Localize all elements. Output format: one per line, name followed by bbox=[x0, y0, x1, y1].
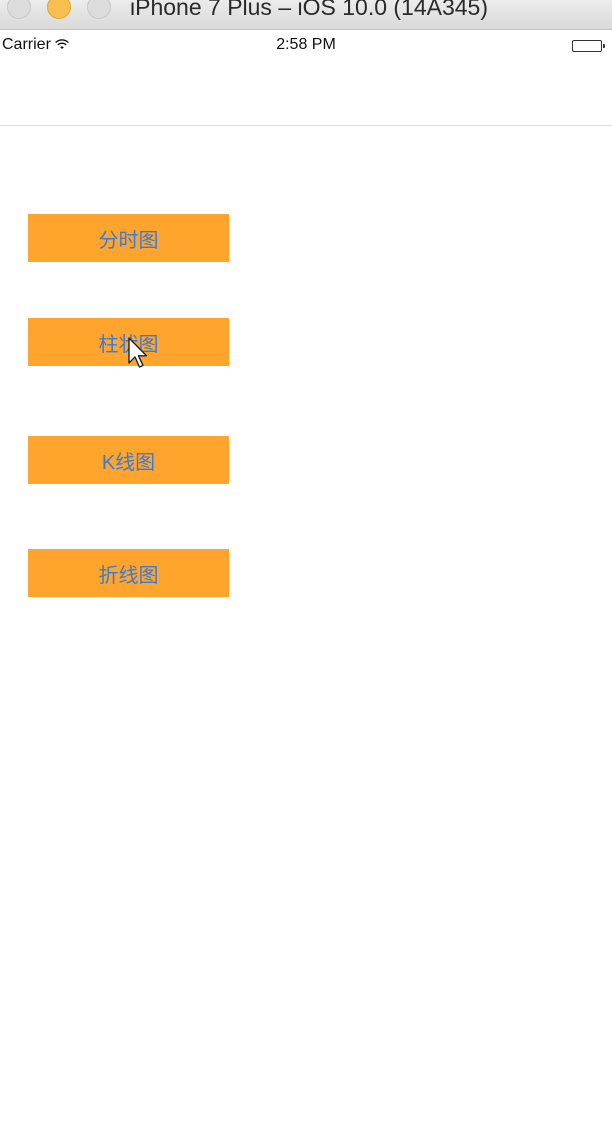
ios-status-bar: Carrier 2:58 PM bbox=[0, 30, 612, 62]
window-title: iPhone 7 Plus – iOS 10.0 (14A345) bbox=[130, 0, 489, 20]
battery-icon bbox=[572, 40, 605, 52]
close-window-button[interactable] bbox=[7, 0, 31, 19]
window-title-bar: iPhone 7 Plus – iOS 10.0 (14A345) bbox=[0, 0, 612, 30]
navigation-bar bbox=[0, 62, 612, 126]
status-time: 2:58 PM bbox=[276, 36, 336, 53]
zoom-window-button[interactable] bbox=[87, 0, 111, 19]
minimize-window-button[interactable] bbox=[47, 0, 71, 19]
timeshare-chart-button[interactable]: 分时图 bbox=[28, 214, 229, 262]
line-chart-button[interactable]: 折线图 bbox=[28, 549, 229, 597]
mouse-pointer-icon bbox=[128, 337, 148, 368]
simulator-window: iPhone 7 Plus – iOS 10.0 (14A345) Carrie… bbox=[0, 0, 612, 1124]
kline-chart-button[interactable]: K线图 bbox=[28, 436, 229, 484]
